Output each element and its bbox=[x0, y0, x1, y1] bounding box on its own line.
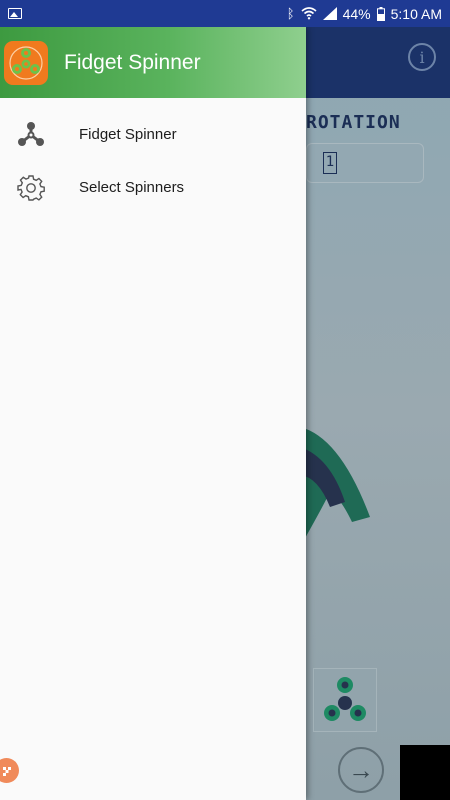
app-logo-icon bbox=[4, 40, 48, 85]
menu-item-select-spinners[interactable]: Select Spinners bbox=[0, 161, 306, 214]
spinner-image[interactable] bbox=[300, 397, 380, 557]
status-bar: ᛒ 44% 5:10 AM bbox=[0, 0, 450, 27]
gear-icon bbox=[16, 173, 46, 203]
spinner-thumbnail-icon bbox=[324, 677, 366, 721]
spinner-icon bbox=[16, 120, 46, 150]
navigation-drawer: Fidget Spinner Fidget Spinner Select Spi… bbox=[0, 27, 306, 800]
menu-item-fidget-spinner[interactable]: Fidget Spinner bbox=[0, 108, 306, 161]
clock: 5:10 AM bbox=[390, 5, 442, 22]
bluetooth-icon: ᛒ bbox=[286, 6, 295, 21]
signal-icon bbox=[322, 7, 337, 20]
rotation-label: ROTATION bbox=[306, 112, 401, 133]
wifi-icon bbox=[301, 7, 317, 20]
spinner-thumbnail[interactable] bbox=[313, 668, 377, 732]
rotation-counter-box: 1 bbox=[306, 143, 424, 183]
drawer-title: Fidget Spinner bbox=[64, 50, 201, 74]
ad-placeholder bbox=[400, 745, 450, 800]
battery-percent: 44% bbox=[342, 5, 371, 22]
drawer-menu: Fidget Spinner Select Spinners bbox=[0, 98, 306, 214]
menu-item-label: Fidget Spinner bbox=[79, 126, 177, 143]
arrow-right-icon: → bbox=[348, 754, 374, 785]
next-arrow-button[interactable]: → bbox=[338, 747, 384, 793]
drawer-header: Fidget Spinner bbox=[0, 27, 306, 98]
image-icon bbox=[8, 8, 22, 19]
rotation-value: 1 bbox=[323, 152, 337, 174]
info-icon[interactable]: i bbox=[408, 43, 436, 71]
battery-icon bbox=[376, 6, 385, 21]
menu-item-label: Select Spinners bbox=[79, 179, 185, 196]
